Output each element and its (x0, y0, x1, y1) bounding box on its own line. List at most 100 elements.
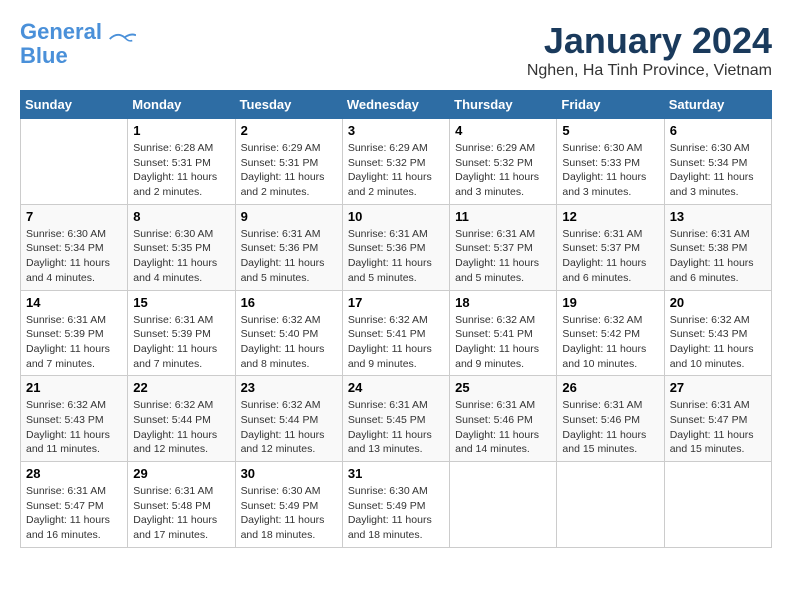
day-info: Sunrise: 6:32 AMSunset: 5:41 PMDaylight:… (455, 313, 551, 372)
header-day-sunday: Sunday (21, 91, 128, 119)
calendar-cell: 12 Sunrise: 6:31 AMSunset: 5:37 PMDayligh… (557, 204, 664, 290)
week-row-4: 21Sunrise: 6:32 AMSunset: 5:43 PMDayligh… (21, 376, 772, 462)
day-info: Sunrise: 6:30 AMSunset: 5:34 PMDaylight:… (670, 141, 766, 200)
day-number: 2 (241, 123, 337, 138)
day-info: Sunrise: 6:31 AMSunset: 5:36 PMDaylight:… (241, 227, 337, 286)
calendar-cell: 27 Sunrise: 6:31 AMSunset: 5:47 PMDayligh… (664, 376, 771, 462)
day-number: 6 (670, 123, 766, 138)
day-info: Sunrise: 6:31 AMSunset: 5:39 PMDaylight:… (26, 313, 122, 372)
day-number: 13 (670, 209, 766, 224)
calendar-cell: 10 Sunrise: 6:31 AMSunset: 5:36 PMDayligh… (342, 204, 449, 290)
day-number: 30 (241, 466, 337, 481)
calendar-cell: 6 Sunrise: 6:30 AMSunset: 5:34 PMDaylight… (664, 119, 771, 205)
day-number: 20 (670, 295, 766, 310)
logo-bird-icon (106, 30, 136, 48)
day-number: 17 (348, 295, 444, 310)
location-text: Nghen, Ha Tinh Province, Vietnam (527, 62, 772, 80)
day-info: Sunrise: 6:32 AMSunset: 5:44 PMDaylight:… (241, 398, 337, 457)
calendar-cell: 5 Sunrise: 6:30 AMSunset: 5:33 PMDaylight… (557, 119, 664, 205)
day-info: Sunrise: 6:30 AMSunset: 5:34 PMDaylight:… (26, 227, 122, 286)
month-title: January 2024 (527, 20, 772, 62)
day-number: 29 (133, 466, 229, 481)
calendar-cell: 1 Sunrise: 6:28 AMSunset: 5:31 PMDaylight… (128, 119, 235, 205)
calendar-cell: 16Sunrise: 6:32 AMSunset: 5:40 PMDayligh… (235, 290, 342, 376)
title-section: January 2024 Nghen, Ha Tinh Province, Vi… (527, 20, 772, 80)
logo-text: General Blue (20, 20, 102, 68)
calendar-cell: 28 Sunrise: 6:31 AMSunset: 5:47 PMDayligh… (21, 462, 128, 548)
day-info: Sunrise: 6:31 AMSunset: 5:37 PMDaylight:… (455, 227, 551, 286)
week-row-5: 28 Sunrise: 6:31 AMSunset: 5:47 PMDayligh… (21, 462, 772, 548)
calendar-cell: 23 Sunrise: 6:32 AMSunset: 5:44 PMDayligh… (235, 376, 342, 462)
header-day-saturday: Saturday (664, 91, 771, 119)
day-number: 7 (26, 209, 122, 224)
calendar-cell (21, 119, 128, 205)
week-row-1: 1 Sunrise: 6:28 AMSunset: 5:31 PMDaylight… (21, 119, 772, 205)
header-day-wednesday: Wednesday (342, 91, 449, 119)
day-info: Sunrise: 6:31 AMSunset: 5:39 PMDaylight:… (133, 313, 229, 372)
calendar-cell: 9 Sunrise: 6:31 AMSunset: 5:36 PMDaylight… (235, 204, 342, 290)
calendar-cell: 30 Sunrise: 6:30 AMSunset: 5:49 PMDayligh… (235, 462, 342, 548)
day-number: 1 (133, 123, 229, 138)
calendar-cell: 17 Sunrise: 6:32 AMSunset: 5:41 PMDayligh… (342, 290, 449, 376)
day-info: Sunrise: 6:29 AMSunset: 5:31 PMDaylight:… (241, 141, 337, 200)
day-number: 23 (241, 380, 337, 395)
calendar-cell: 15Sunrise: 6:31 AMSunset: 5:39 PMDayligh… (128, 290, 235, 376)
day-number: 4 (455, 123, 551, 138)
header-row: SundayMondayTuesdayWednesdayThursdayFrid… (21, 91, 772, 119)
day-number: 12 (562, 209, 658, 224)
day-info: Sunrise: 6:31 AMSunset: 5:38 PMDaylight:… (670, 227, 766, 286)
calendar-cell: 3Sunrise: 6:29 AMSunset: 5:32 PMDaylight… (342, 119, 449, 205)
day-number: 8 (133, 209, 229, 224)
calendar-cell (557, 462, 664, 548)
day-number: 31 (348, 466, 444, 481)
day-number: 27 (670, 380, 766, 395)
day-info: Sunrise: 6:31 AMSunset: 5:37 PMDaylight:… (562, 227, 658, 286)
day-number: 22 (133, 380, 229, 395)
day-info: Sunrise: 6:32 AMSunset: 5:44 PMDaylight:… (133, 398, 229, 457)
week-row-2: 7 Sunrise: 6:30 AMSunset: 5:34 PMDaylight… (21, 204, 772, 290)
calendar-table: SundayMondayTuesdayWednesdayThursdayFrid… (20, 90, 772, 548)
day-info: Sunrise: 6:31 AMSunset: 5:46 PMDaylight:… (562, 398, 658, 457)
calendar-cell: 7 Sunrise: 6:30 AMSunset: 5:34 PMDaylight… (21, 204, 128, 290)
day-number: 18 (455, 295, 551, 310)
week-row-3: 14 Sunrise: 6:31 AMSunset: 5:39 PMDayligh… (21, 290, 772, 376)
day-number: 9 (241, 209, 337, 224)
header-day-friday: Friday (557, 91, 664, 119)
day-number: 19 (562, 295, 658, 310)
day-info: Sunrise: 6:30 AMSunset: 5:33 PMDaylight:… (562, 141, 658, 200)
day-info: Sunrise: 6:32 AMSunset: 5:42 PMDaylight:… (562, 313, 658, 372)
calendar-cell: 8 Sunrise: 6:30 AMSunset: 5:35 PMDaylight… (128, 204, 235, 290)
day-info: Sunrise: 6:30 AMSunset: 5:49 PMDaylight:… (241, 484, 337, 543)
day-info: Sunrise: 6:29 AMSunset: 5:32 PMDaylight:… (455, 141, 551, 200)
day-number: 24 (348, 380, 444, 395)
day-number: 25 (455, 380, 551, 395)
logo: General Blue (20, 20, 136, 68)
day-info: Sunrise: 6:28 AMSunset: 5:31 PMDaylight:… (133, 141, 229, 200)
calendar-cell: 11Sunrise: 6:31 AMSunset: 5:37 PMDayligh… (450, 204, 557, 290)
day-info: Sunrise: 6:31 AMSunset: 5:47 PMDaylight:… (670, 398, 766, 457)
header-day-thursday: Thursday (450, 91, 557, 119)
day-number: 14 (26, 295, 122, 310)
day-number: 5 (562, 123, 658, 138)
calendar-cell: 20 Sunrise: 6:32 AMSunset: 5:43 PMDayligh… (664, 290, 771, 376)
calendar-cell (450, 462, 557, 548)
calendar-cell: 31Sunrise: 6:30 AMSunset: 5:49 PMDayligh… (342, 462, 449, 548)
day-info: Sunrise: 6:31 AMSunset: 5:46 PMDaylight:… (455, 398, 551, 457)
calendar-cell (664, 462, 771, 548)
calendar-cell: 24Sunrise: 6:31 AMSunset: 5:45 PMDayligh… (342, 376, 449, 462)
calendar-cell: 26Sunrise: 6:31 AMSunset: 5:46 PMDayligh… (557, 376, 664, 462)
calendar-cell: 21Sunrise: 6:32 AMSunset: 5:43 PMDayligh… (21, 376, 128, 462)
day-info: Sunrise: 6:31 AMSunset: 5:36 PMDaylight:… (348, 227, 444, 286)
day-info: Sunrise: 6:30 AMSunset: 5:35 PMDaylight:… (133, 227, 229, 286)
header-day-tuesday: Tuesday (235, 91, 342, 119)
day-number: 28 (26, 466, 122, 481)
day-info: Sunrise: 6:32 AMSunset: 5:43 PMDaylight:… (670, 313, 766, 372)
day-info: Sunrise: 6:31 AMSunset: 5:47 PMDaylight:… (26, 484, 122, 543)
day-info: Sunrise: 6:31 AMSunset: 5:48 PMDaylight:… (133, 484, 229, 543)
day-number: 10 (348, 209, 444, 224)
day-info: Sunrise: 6:29 AMSunset: 5:32 PMDaylight:… (348, 141, 444, 200)
calendar-cell: 13 Sunrise: 6:31 AMSunset: 5:38 PMDayligh… (664, 204, 771, 290)
page-header: General Blue January 2024 Nghen, Ha Tinh… (20, 20, 772, 80)
day-info: Sunrise: 6:32 AMSunset: 5:41 PMDaylight:… (348, 313, 444, 372)
calendar-cell: 25 Sunrise: 6:31 AMSunset: 5:46 PMDayligh… (450, 376, 557, 462)
